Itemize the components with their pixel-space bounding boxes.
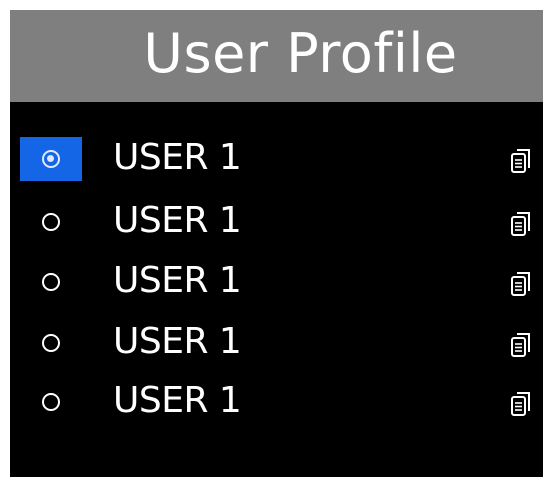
radio-selected-icon: [42, 150, 60, 168]
document-icon[interactable]: [508, 390, 534, 418]
radio-button[interactable]: [20, 380, 82, 424]
user-label: USER 1: [113, 321, 242, 362]
document-icon[interactable]: [508, 331, 534, 359]
screen: User Profile USER 1 USER 1 USER 1 USER 1…: [10, 10, 543, 477]
radio-unselected-icon: [42, 334, 60, 352]
user-row-2[interactable]: USER 1: [10, 188, 543, 242]
radio-unselected-icon: [42, 393, 60, 411]
radio-unselected-icon: [42, 213, 60, 231]
user-row-3[interactable]: USER 1: [10, 248, 543, 302]
user-label: USER 1: [113, 200, 242, 241]
document-icon[interactable]: [508, 210, 534, 238]
radio-button[interactable]: [20, 200, 82, 244]
document-icon[interactable]: [508, 270, 534, 298]
user-label: USER 1: [113, 380, 242, 421]
user-row-5[interactable]: USER 1: [10, 368, 543, 422]
radio-button[interactable]: [20, 260, 82, 304]
radio-button-selected[interactable]: [20, 137, 82, 181]
radio-button[interactable]: [20, 321, 82, 365]
radio-unselected-icon: [42, 273, 60, 291]
user-row-1[interactable]: USER 1: [10, 125, 543, 181]
user-row-4[interactable]: USER 1: [10, 309, 543, 363]
document-icon[interactable]: [508, 147, 534, 175]
page-title: User Profile: [143, 22, 458, 85]
user-label: USER 1: [113, 260, 242, 301]
header-bar: User Profile: [10, 10, 543, 102]
user-label: USER 1: [113, 137, 242, 178]
